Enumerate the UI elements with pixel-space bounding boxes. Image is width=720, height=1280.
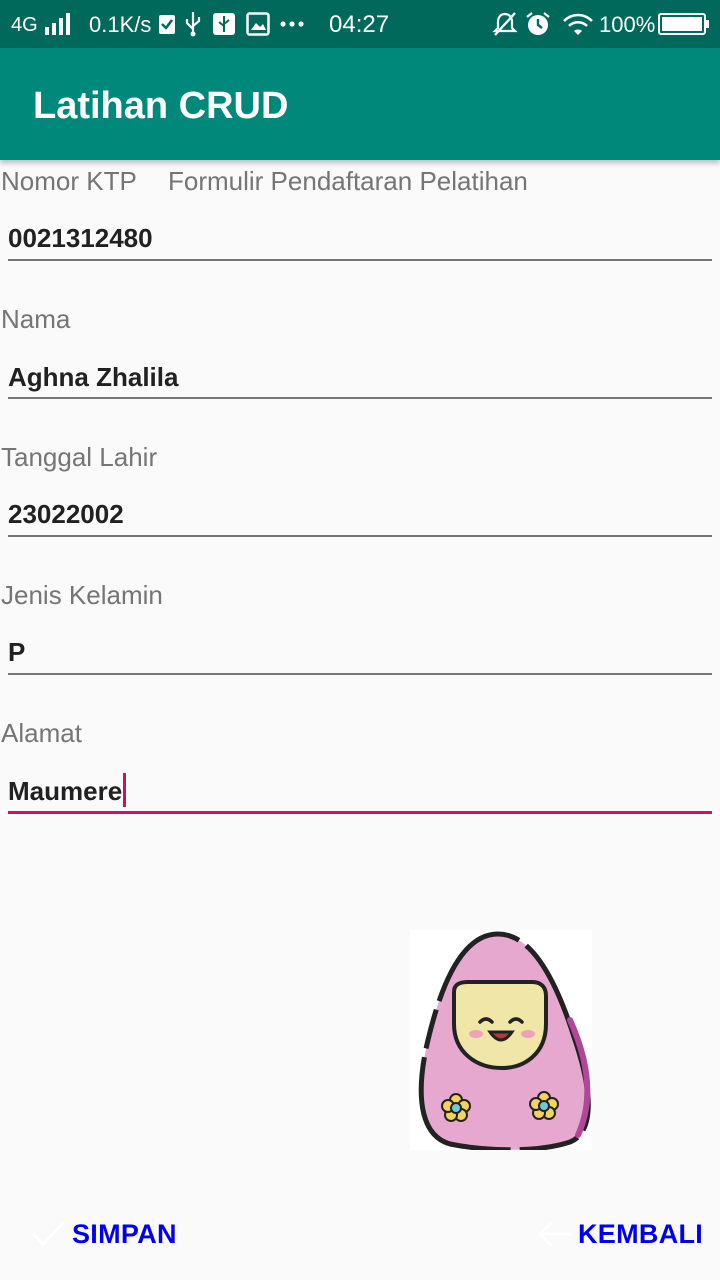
download-check-icon <box>159 15 175 34</box>
battery-percent: 100% <box>599 12 656 37</box>
image-icon <box>246 12 270 36</box>
check-icon <box>31 1221 65 1247</box>
girl-hijab-illustration <box>410 930 592 1153</box>
label-nama: Nama <box>1 304 71 334</box>
underline-alamat <box>8 811 712 814</box>
app-title: Latihan CRUD <box>33 85 289 127</box>
app-bar: Latihan CRUD <box>0 48 720 160</box>
network-speed: 0.1K/s <box>89 12 152 37</box>
mute-icon <box>492 12 518 36</box>
clock: 04:27 <box>329 11 390 38</box>
save-button-label: SIMPAN <box>72 1219 177 1249</box>
label-nomor-ktp: Nomor KTP <box>1 166 137 196</box>
alarm-icon <box>526 12 550 35</box>
input-jenis-kelamin[interactable]: P <box>8 637 25 667</box>
label-tanggal-lahir: Tanggal Lahir <box>1 442 158 472</box>
usb-debug-icon <box>213 13 235 35</box>
input-alamat-text: Maumere <box>8 776 123 806</box>
form-title: Formulir Pendaftaran Pelatihan <box>168 166 528 196</box>
back-button[interactable]: KEMBALI <box>536 1210 703 1258</box>
label-jenis-kelamin: Jenis Kelamin <box>1 580 163 610</box>
underline-nomor-ktp <box>8 259 712 261</box>
arrow-left-icon <box>537 1220 572 1248</box>
label-alamat: Alamat <box>1 718 82 748</box>
status-bar: 4G 0.1K/s 04:27 100% <box>0 0 720 48</box>
battery-icon <box>658 13 709 35</box>
wifi-icon <box>563 13 593 35</box>
underline-tanggal-lahir <box>8 535 712 537</box>
save-button[interactable]: SIMPAN <box>30 1210 177 1258</box>
text-cursor <box>123 773 127 808</box>
back-button-label: KEMBALI <box>578 1219 704 1249</box>
usb-icon <box>185 12 201 37</box>
input-nama[interactable]: Aghna Zhalila <box>8 362 178 392</box>
more-dots-icon <box>280 21 304 27</box>
input-nomor-ktp[interactable]: 0021312480 <box>8 223 153 253</box>
input-alamat[interactable]: Maumere <box>8 773 127 808</box>
underline-nama <box>8 397 712 399</box>
input-tanggal-lahir[interactable]: 23022002 <box>8 499 124 529</box>
underline-jenis-kelamin <box>8 673 712 675</box>
network-type: 4G <box>11 14 38 36</box>
signal-icon <box>45 13 70 35</box>
